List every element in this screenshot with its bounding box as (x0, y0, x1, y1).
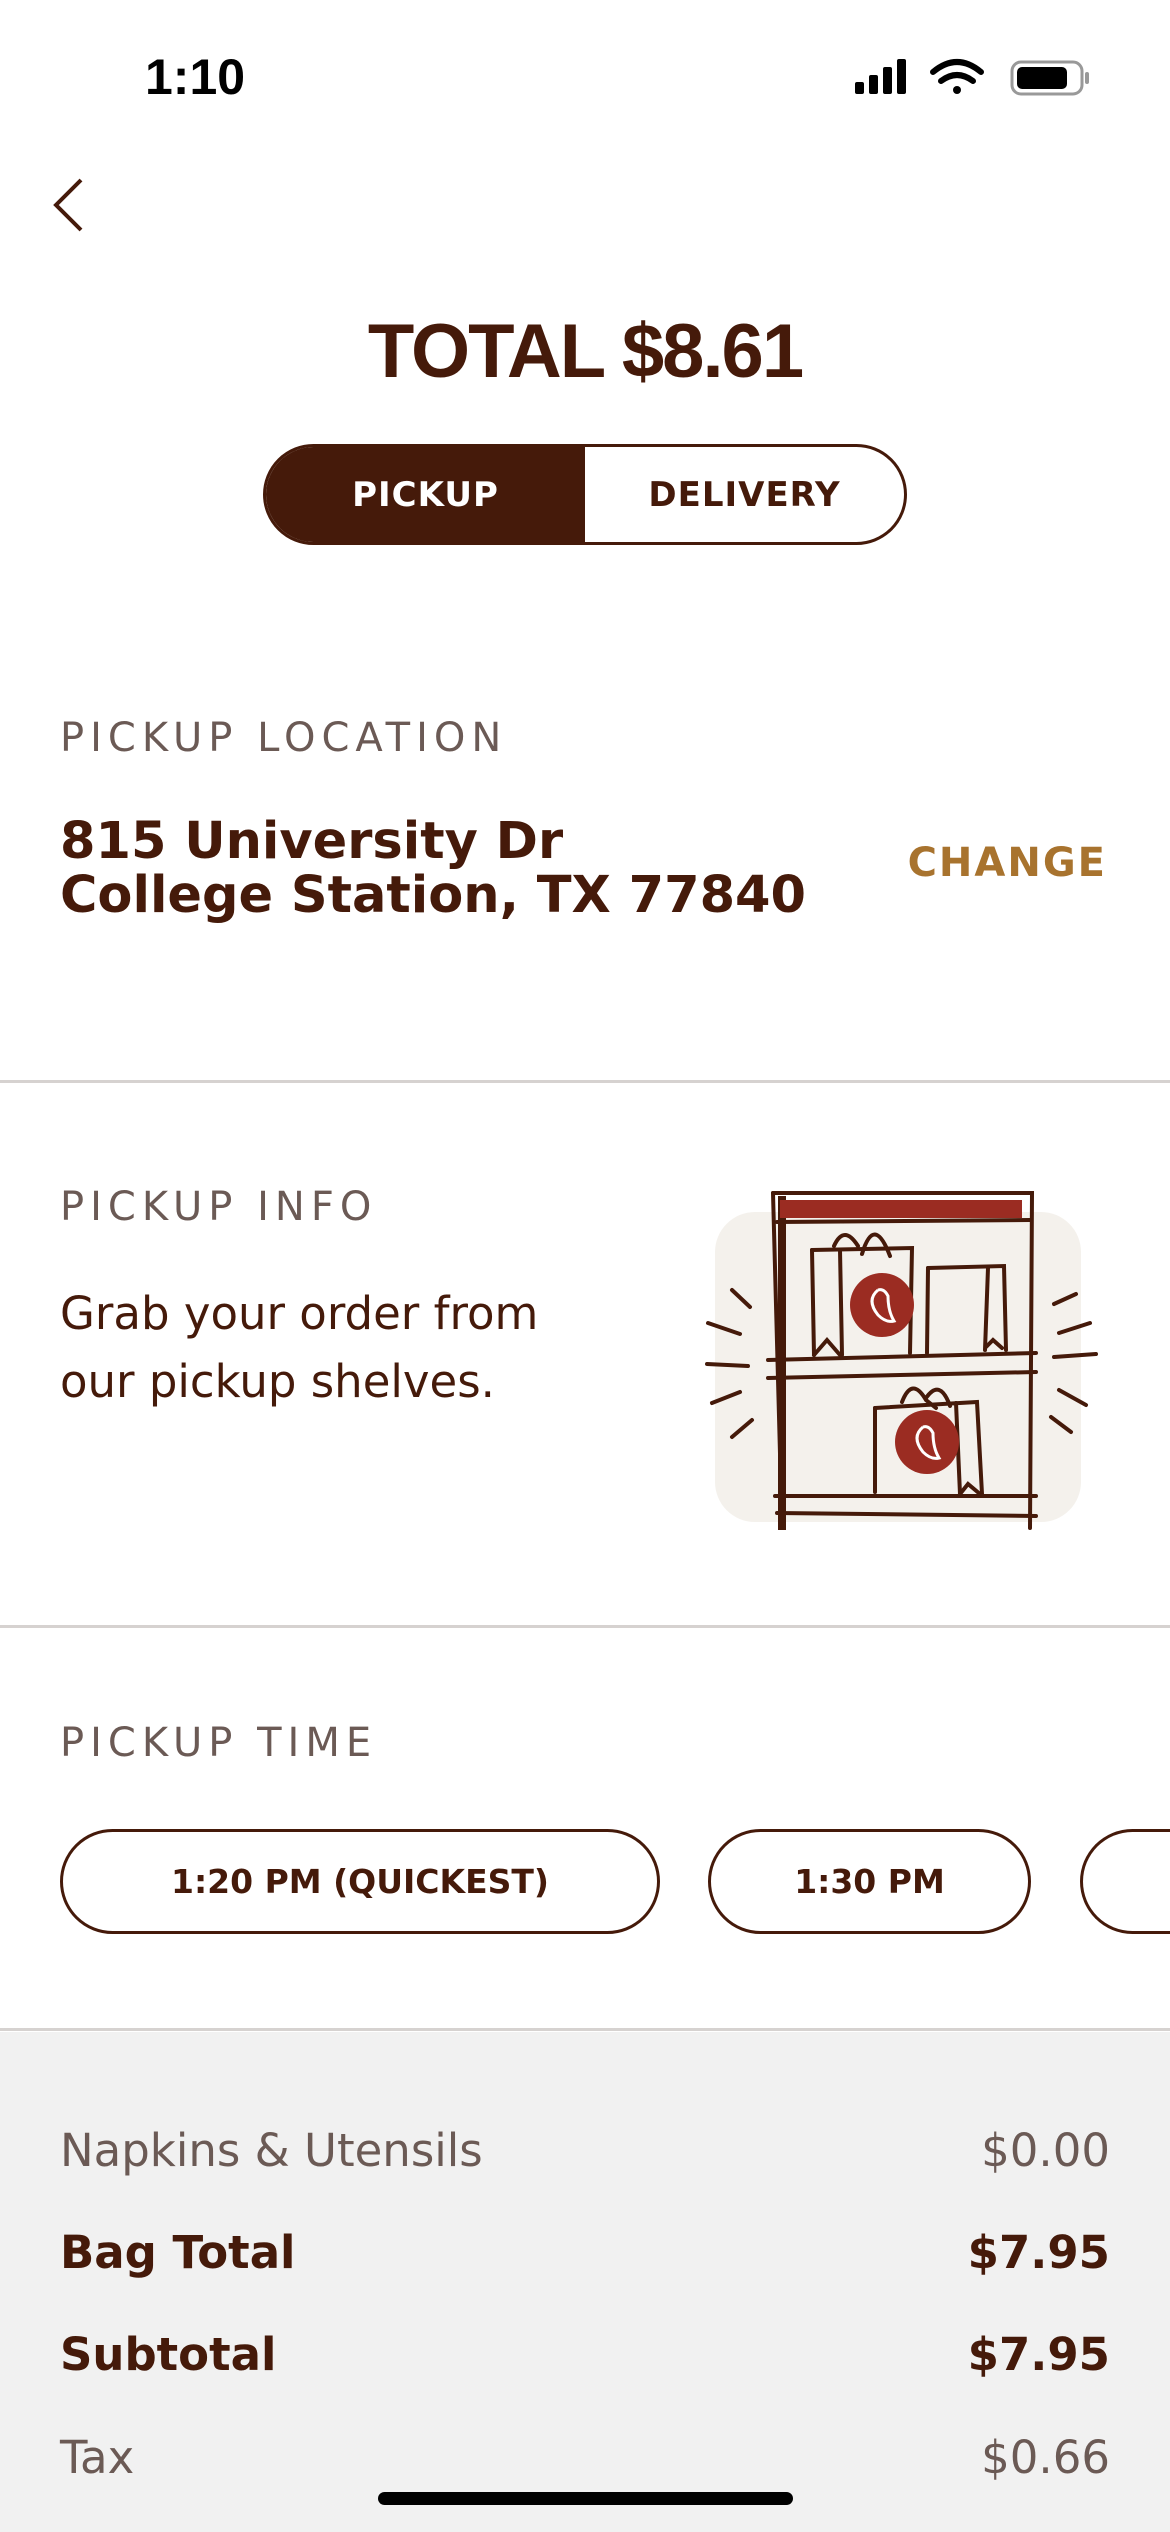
pickup-time-option-1[interactable]: 1:20 PM (QUICKEST) (60, 1829, 660, 1934)
summary-label: Napkins & Utensils (60, 2124, 483, 2177)
summary-label: Subtotal (60, 2328, 277, 2381)
info-line2: our pickup shelves. (60, 1355, 495, 1408)
divider (0, 2028, 1170, 2031)
summary-value: $0.00 (981, 2124, 1110, 2177)
summary-row-subtotal: Subtotal $7.95 (60, 2328, 1110, 2381)
pickup-info-label: PICKUP INFO (60, 1184, 378, 1230)
tab-pickup[interactable]: PICKUP (266, 447, 585, 542)
tab-delivery[interactable]: DELIVERY (585, 447, 904, 542)
pickup-location-label: PICKUP LOCATION (60, 715, 508, 761)
info-line1: Grab your order from (60, 1287, 539, 1340)
pickup-info-text: Grab your order from our pickup shelves. (60, 1280, 538, 1416)
summary-value: $7.95 (967, 2328, 1110, 2381)
summary-value: $0.66 (981, 2431, 1110, 2484)
home-indicator[interactable] (378, 2492, 793, 2505)
pickup-address: 815 University Dr College Station, TX 77… (60, 815, 806, 923)
summary-row-bag-total: Bag Total $7.95 (60, 2226, 1110, 2279)
pickup-time-option-2[interactable]: 1:30 PM (708, 1829, 1031, 1934)
fulfillment-toggle: PICKUP DELIVERY (263, 444, 907, 545)
status-icons (855, 59, 1089, 96)
summary-value: $7.95 (967, 2226, 1110, 2279)
pickup-shelf-illustration (705, 1191, 1098, 1530)
pickup-time-label: PICKUP TIME (60, 1720, 378, 1766)
summary-row-napkins: Napkins & Utensils $0.00 (60, 2124, 1110, 2177)
summary-row-tax: Tax $0.66 (60, 2431, 1110, 2484)
address-line2: College Station, TX 77840 (60, 866, 807, 925)
summary-label: Bag Total (60, 2226, 296, 2279)
signal-icon (855, 59, 906, 94)
wifi-icon (930, 59, 984, 94)
status-time: 1:10 (145, 49, 246, 105)
summary-label: Tax (60, 2431, 135, 2484)
divider (0, 1080, 1170, 1083)
change-location-button[interactable]: CHANGE (908, 840, 1107, 886)
divider (0, 1625, 1170, 1628)
battery-icon (1010, 60, 1089, 96)
order-total: TOTAL $8.61 (367, 309, 804, 394)
back-chevron-icon[interactable] (48, 175, 88, 235)
pickup-time-option-3[interactable] (1080, 1829, 1170, 1934)
address-line1: 815 University Dr (60, 812, 564, 871)
